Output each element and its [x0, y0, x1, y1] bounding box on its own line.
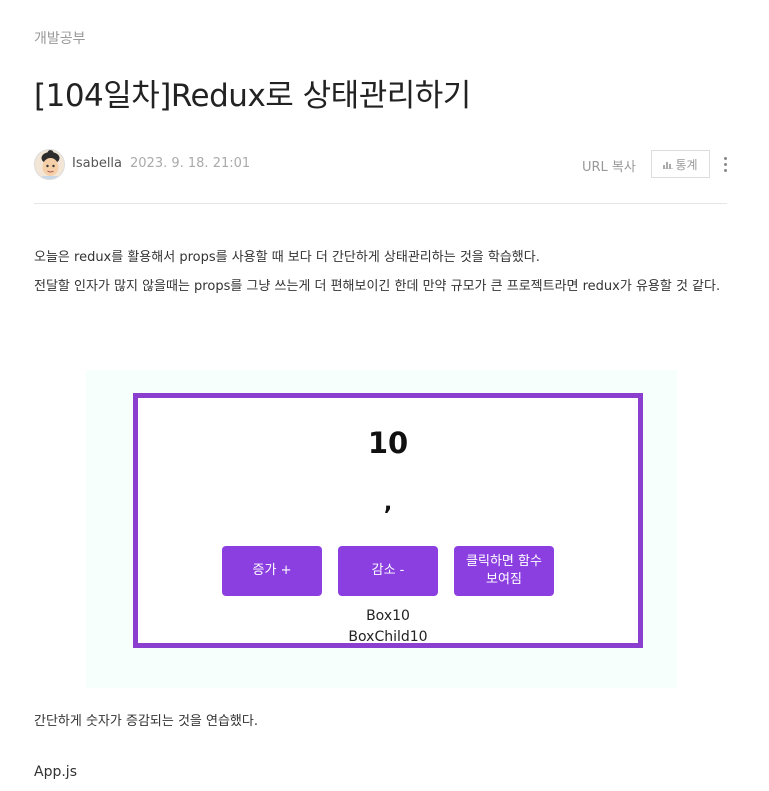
author-name[interactable]: Isabella: [72, 156, 122, 171]
increment-button[interactable]: 증가 +: [222, 546, 322, 596]
box-label: Box10: [366, 608, 410, 624]
comma-text: ,: [383, 491, 393, 516]
more-vertical-icon[interactable]: [718, 152, 732, 176]
url-copy-button[interactable]: URL 복사: [582, 156, 636, 175]
stats-button[interactable]: 통계: [651, 150, 710, 178]
decrement-button[interactable]: 감소 -: [338, 546, 438, 596]
bar-chart-icon: [663, 161, 674, 169]
code-file-label: App.js: [34, 764, 77, 780]
post-date: 2023. 9. 18. 21:01: [130, 156, 251, 171]
body-paragraph-2: 전달할 인자가 많지 않을때는 props를 그냥 쓰는게 더 편해보이긴 한데…: [34, 279, 721, 294]
box-labels: Box10 BoxChild10: [138, 606, 638, 648]
divider: [34, 203, 727, 204]
show-function-button[interactable]: 클릭하면 함수 보여짐: [454, 546, 554, 596]
post-body: 오늘은 redux를 활용해서 props를 사용할 때 보다 더 간단하게 상…: [34, 243, 727, 301]
body-paragraph-1: 오늘은 redux를 활용해서 props를 사용할 때 보다 더 간단하게 상…: [34, 250, 540, 265]
post-category[interactable]: 개발공부: [34, 28, 86, 48]
avatar-icon[interactable]: [34, 149, 65, 180]
post-title: [104일차]Redux로 상태관리하기: [34, 78, 471, 114]
stats-label: 통계: [675, 157, 698, 172]
post-meta: Isabella 2023. 9. 18. 21:01 URL 복사 통계: [34, 148, 727, 182]
after-image-text: 간단하게 숫자가 증감되는 것을 연습했다.: [34, 714, 258, 729]
counter-value: 10: [367, 426, 409, 460]
demo-frame: 10 , 증가 + 감소 - 클릭하면 함수 보여짐 Box10 BoxChil…: [133, 393, 643, 648]
post-image: 10 , 증가 + 감소 - 클릭하면 함수 보여짐 Box10 BoxChil…: [86, 370, 677, 688]
box-child-label: BoxChild10: [348, 629, 428, 645]
